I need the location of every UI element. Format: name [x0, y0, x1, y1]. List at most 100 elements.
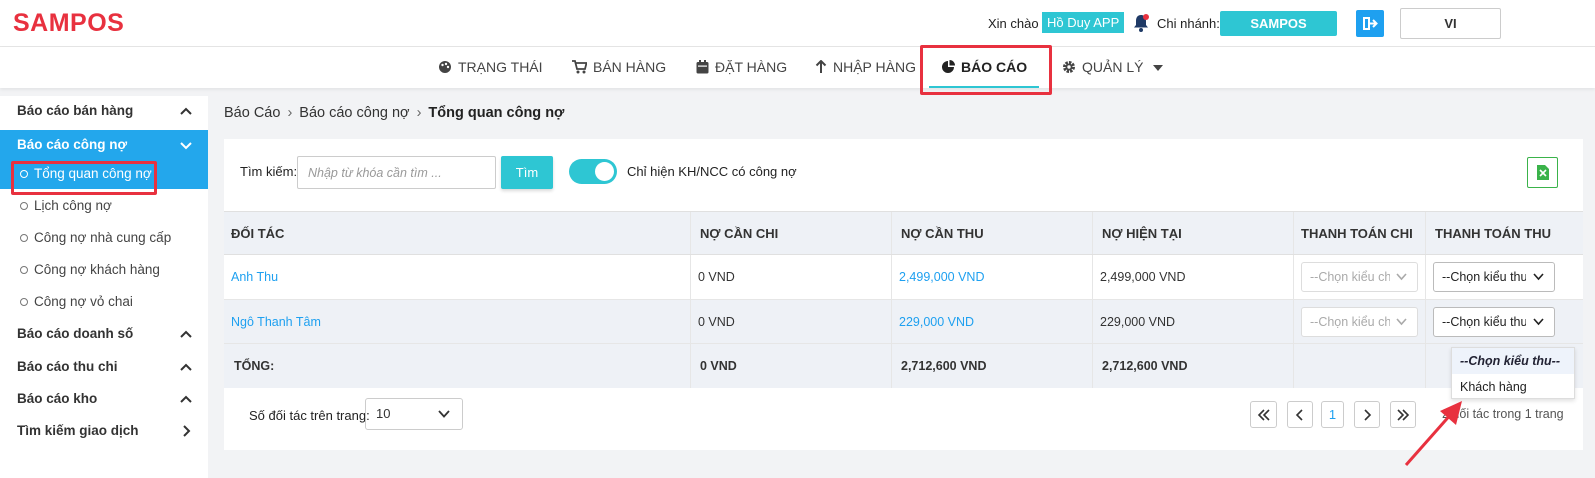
bell-icon[interactable] [1132, 13, 1150, 33]
language-selector[interactable]: VI [1400, 8, 1501, 39]
circle-icon [20, 202, 28, 210]
debt-only-toggle[interactable] [569, 159, 617, 184]
receive-select-cell: --Chọn kiểu thu-- [1426, 255, 1583, 299]
per-page-label: Số đối tác trên trang: [249, 408, 370, 423]
column-header-payment-out[interactable]: THANH TOÁN CHI [1294, 212, 1426, 254]
prev-page-button[interactable] [1287, 401, 1313, 428]
sidebar: Báo cáo bán hàng Báo cáo công nợ Tổng qu… [0, 96, 208, 478]
chevron-up-icon [180, 363, 192, 371]
sidebar-group-inventory-report[interactable]: Báo cáo kho [0, 384, 208, 414]
receivable-link[interactable]: 229,000 VND [892, 300, 1093, 343]
payment-in-dropdown: --Chọn kiểu thu-- Khách hàng [1451, 347, 1575, 399]
pay-out-value: 0 VND [691, 300, 892, 343]
table-row: Ngô Thanh Tâm 0 VND 229,000 VND 229,000 … [224, 300, 1583, 344]
sidebar-item-supplier-debt[interactable]: Công nợ nhà cung cấp [0, 222, 208, 253]
current-debt-value: 229,000 VND [1093, 300, 1294, 343]
sidebar-item-customer-debt[interactable]: Công nợ khách hàng [0, 254, 208, 285]
column-header-partner[interactable]: ĐỐI TÁC [224, 212, 691, 254]
nav-item-orders[interactable]: ĐẶT HÀNG [696, 47, 787, 88]
sidebar-group-sales-report[interactable]: Báo cáo bán hàng [0, 96, 208, 126]
total-empty-cell [1294, 344, 1426, 388]
receivable-link[interactable]: 2,499,000 VND [892, 255, 1093, 299]
sidebar-group-revenue-report[interactable]: Báo cáo doanh số [0, 319, 208, 349]
first-page-button[interactable] [1250, 401, 1277, 428]
sidebar-item-bottle-debt[interactable]: Công nợ vỏ chai [0, 286, 208, 317]
sidebar-group-transaction-search[interactable]: Tìm kiếm giao dịch [0, 416, 208, 446]
breadcrumb: Báo Cáo › Báo cáo công nợ › Tổng quan công n… [224, 105, 564, 121]
chevron-down-icon [1396, 317, 1407, 325]
caret-down-icon [1153, 65, 1164, 71]
logout-button[interactable] [1356, 10, 1384, 37]
palette-icon [439, 61, 451, 73]
nav-item-import[interactable]: NHẬP HÀNG [815, 47, 916, 88]
column-header-current-debt[interactable]: NỢ HIỆN TẠI [1093, 212, 1294, 254]
table-header: ĐỐI TÁC NỢ CẦN CHI NỢ CẦN THU NỢ HIỆN TẠ… [224, 211, 1583, 255]
chevron-up-icon [180, 107, 192, 115]
arrow-up-icon [815, 59, 827, 73]
circle-icon [20, 234, 28, 242]
total-label: TỔNG: [224, 344, 691, 388]
column-header-pay-out[interactable]: NỢ CẦN CHI [691, 212, 892, 254]
highlight-box-reports [920, 45, 1052, 95]
calendar-icon [696, 60, 709, 74]
total-pay-out: 0 VND [691, 344, 892, 388]
search-label: Tìm kiếm: [240, 164, 298, 179]
page-number-button[interactable]: 1 [1321, 401, 1344, 428]
chevron-down-icon [1396, 273, 1407, 281]
user-name-badge[interactable]: Hồ Duy APP [1042, 12, 1125, 33]
next-page-button[interactable] [1354, 401, 1380, 428]
top-header: SAMPOS Xin chào Hồ Duy APP Chi nhánh: SA… [0, 0, 1595, 47]
search-button[interactable]: Tìm [501, 156, 553, 189]
payment-out-select[interactable]: --Chọn kiểu chi-- [1301, 262, 1418, 292]
current-debt-value: 2,499,000 VND [1093, 255, 1294, 299]
excel-file-icon [1537, 165, 1549, 180]
branch-label: Chi nhánh: [1157, 16, 1220, 31]
nav-item-manage[interactable]: QUẢN LÝ [1062, 47, 1169, 88]
per-page-select[interactable]: 10 [365, 398, 463, 430]
chevron-right-icon [183, 425, 191, 437]
total-current-debt: 2,712,600 VND [1093, 344, 1294, 388]
debt-overview-card: Tìm kiếm: Tìm Chỉ hiện KH/NCC có công nợ… [224, 139, 1583, 450]
payment-in-select[interactable]: --Chọn kiểu thu-- [1433, 262, 1555, 292]
sidebar-group-debt-report[interactable]: Báo cáo công nợ [0, 130, 208, 161]
pay-select-cell: --Chọn kiểu chi-- [1294, 255, 1426, 299]
chevron-right-icon [1364, 408, 1372, 421]
pay-select-cell: --Chọn kiểu chi-- [1294, 300, 1426, 343]
column-header-receivable[interactable]: NỢ CẦN THU [892, 212, 1093, 254]
chevron-right-icon: › [287, 105, 293, 121]
nav-item-status[interactable]: TRẠNG THÁI [438, 47, 543, 88]
cart-icon [572, 60, 588, 74]
chevron-down-icon [1533, 273, 1544, 281]
logout-icon [1363, 17, 1378, 30]
breadcrumb-current: Tổng quan công nợ [428, 105, 565, 121]
search-input[interactable] [297, 156, 496, 189]
app-logo[interactable]: SAMPOS [13, 9, 124, 38]
total-receivable: 2,712,600 VND [892, 344, 1093, 388]
circle-icon [20, 266, 28, 274]
column-header-payment-in[interactable]: THANH TOÁN THU [1426, 212, 1583, 254]
table-row: Anh Thu 0 VND 2,499,000 VND 2,499,000 VN… [224, 255, 1583, 300]
payment-out-select[interactable]: --Chọn kiểu chi-- [1301, 306, 1418, 337]
sidebar-group-income-expense-report[interactable]: Báo cáo thu chi [0, 352, 208, 382]
breadcrumb-root[interactable]: Báo Cáo [224, 105, 280, 121]
main-nav: TRẠNG THÁI BÁN HÀNG ĐẶT HÀNG NHẬP HÀNG B… [0, 47, 1595, 88]
dropdown-option-customer[interactable]: Khách hàng [1452, 374, 1574, 400]
chevron-down-icon [1533, 317, 1544, 325]
nav-item-sales[interactable]: BÁN HÀNG [572, 47, 666, 88]
partner-link[interactable]: Ngô Thanh Tâm [224, 300, 691, 343]
gear-icon [1063, 61, 1075, 73]
partner-link[interactable]: Anh Thu [224, 255, 691, 299]
branch-selector-button[interactable]: SAMPOS [1220, 11, 1337, 36]
chevron-up-icon [180, 330, 192, 338]
double-chevron-left-icon [1257, 408, 1270, 421]
toggle-knob [595, 162, 614, 181]
pay-out-value: 0 VND [691, 255, 892, 299]
chevron-right-icon: › [416, 105, 422, 121]
chevron-up-icon [180, 395, 192, 403]
dropdown-option-placeholder[interactable]: --Chọn kiểu thu-- [1452, 348, 1574, 374]
circle-icon [20, 298, 28, 306]
payment-in-select[interactable]: --Chọn kiểu thu-- [1433, 306, 1555, 337]
breadcrumb-section[interactable]: Báo cáo công nợ [299, 105, 409, 121]
export-excel-button[interactable] [1527, 157, 1558, 188]
receive-select-cell: --Chọn kiểu thu-- [1426, 300, 1583, 343]
